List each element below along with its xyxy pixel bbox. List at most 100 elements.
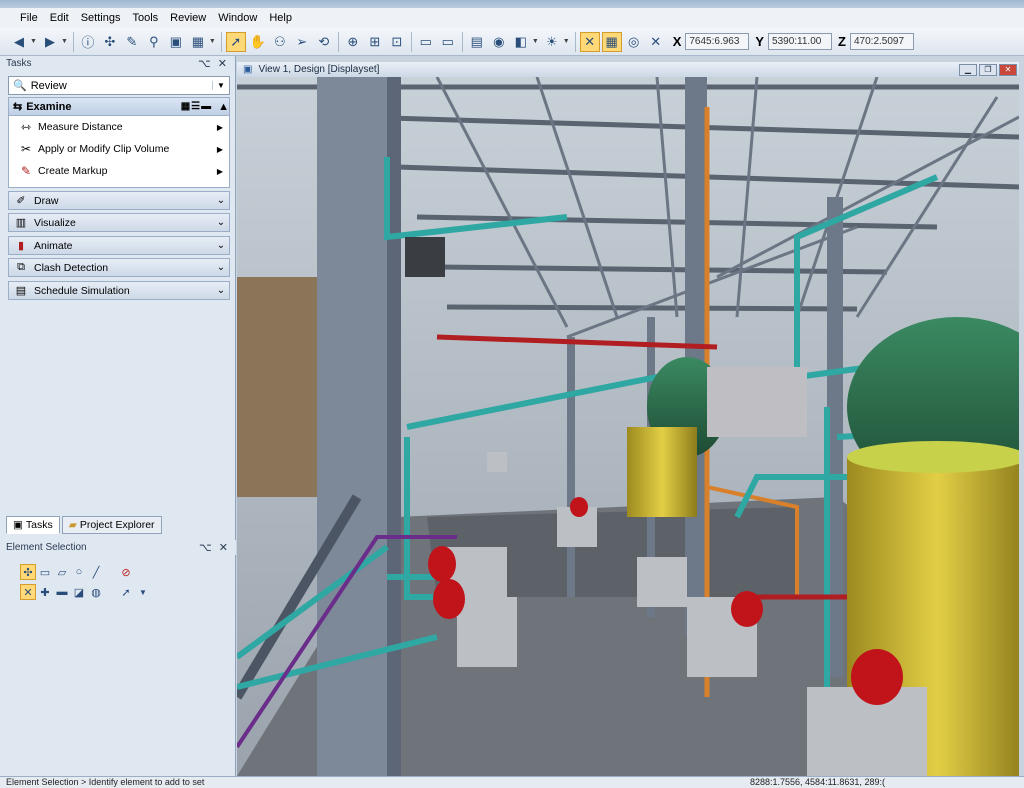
snap-toggle-icon[interactable]: ✕ [579,31,600,52]
tasks-pane-controls[interactable]: ⌥ ✕ [198,57,229,70]
fly-icon[interactable]: ➢ [292,32,312,52]
menu-help[interactable]: Help [263,8,298,28]
toolbar-separator [72,31,74,52]
menu-file[interactable]: File [14,8,44,28]
close-icon[interactable]: ✕ [999,63,1017,76]
rotate-view-icon[interactable]: ⟲ [314,32,334,52]
grid-toggle-icon[interactable]: ▦ [601,31,622,52]
render-sphere-icon[interactable]: ◉ [489,32,509,52]
tab-label: Project Explorer [79,519,155,531]
view-window-titlebar: ▣ View 1, Design [Displayset] ▁ ❐ ✕ [237,62,1019,77]
walk-icon[interactable]: ⚇ [270,32,290,52]
view-previous-icon[interactable]: ▭ [416,32,436,52]
status-prompt: Element Selection > Identify element to … [6,777,205,787]
view-display-dropdown-icon[interactable]: ▼ [532,38,539,45]
chevron-down-icon: ⌄ [216,285,226,296]
group-schedule-simulation[interactable]: ▤ Schedule Simulation ⌄ [8,281,230,300]
element-selection-controls[interactable]: ⌥ ✕ [199,541,230,554]
z-label: Z [838,34,846,49]
mode-new-icon[interactable]: ✕ [20,584,36,600]
draw-icon: ✐ [16,195,26,207]
target-icon[interactable]: ◎ [624,32,644,52]
color-dropdown-icon[interactable]: ▼ [209,38,216,45]
task-label: Create Markup [38,165,108,177]
menu-tools[interactable]: Tools [126,8,164,28]
select-individual-icon[interactable]: ✣ [20,564,36,580]
task-create-markup[interactable]: ✎ Create Markup ▶ [9,160,229,182]
chevron-up-icon[interactable]: ▲ [218,101,229,113]
select-circle-icon[interactable]: ○ [71,564,87,580]
mode-invert-icon[interactable]: ◪ [71,584,87,600]
saved-views-icon[interactable]: ▤ [467,32,487,52]
animate-icon: ▮ [17,240,25,252]
examine-task-list: ⇿ Measure Distance ▶ ✂ Apply or Modify C… [8,116,230,188]
view-display-icon[interactable]: ◧ [511,32,531,52]
group-animate[interactable]: ▮ Animate ⌄ [8,236,230,255]
color-grid-icon[interactable]: ▦ [188,32,208,52]
tab-tasks[interactable]: ▣ Tasks [6,516,60,534]
back-icon[interactable]: ◀ [9,32,29,52]
examine-group-header[interactable]: ⇆ Examine ▦☰▬ ▲ [8,97,230,116]
crosshair-icon[interactable]: ✕ [646,32,666,52]
pointer-icon[interactable]: ➚ [118,584,134,600]
toolbar-separator [220,31,222,52]
pan-hand-icon[interactable]: ✋ [248,32,268,52]
group-draw[interactable]: ✐ Draw ⌄ [8,191,230,210]
mode-subtract-icon[interactable]: ▬ [54,584,70,600]
x-label: X [672,34,682,49]
select-tree-icon[interactable]: ✣ [100,32,120,52]
select-shape-icon[interactable]: ▱ [54,564,70,580]
window-title-strip [0,0,1024,8]
tasks-pane-title: Tasks [6,58,32,69]
task-label: Measure Distance [38,121,123,133]
tab-project-explorer[interactable]: ▰ Project Explorer [61,516,162,534]
task-clip-volume[interactable]: ✂ Apply or Modify Clip Volume ▶ [9,138,229,160]
select-line-icon[interactable]: ╱ [88,564,104,580]
view-mode-icons[interactable]: ▦☰▬ [181,101,212,112]
forward-dropdown-icon[interactable]: ▼ [61,38,68,45]
x-value-field[interactable]: 7645:6.963 [685,33,750,50]
left-panel: Tasks ⌥ ✕ 🔍 Review ▼ ⇆ Examine ▦☰▬ ▲ ⇿ M… [0,56,236,776]
selection-pointer-row: ➚ ▼ [118,584,152,600]
markup-icon[interactable]: ✎ [122,32,142,52]
select-block-icon[interactable]: ▭ [37,564,53,580]
zoom-in-icon[interactable]: ⊕ [343,32,363,52]
visualize-icon: ▥ [15,217,27,229]
menu-edit[interactable]: Edit [44,8,75,28]
task-measure-distance[interactable]: ⇿ Measure Distance ▶ [9,116,229,138]
lighting-dropdown-icon[interactable]: ▼ [563,38,570,45]
view-next-icon[interactable]: ▭ [438,32,458,52]
lighting-sun-icon[interactable]: ☀ [542,32,562,52]
clear-selection-icon[interactable]: ⊘ [118,564,134,580]
info-icon[interactable]: ⓘ [78,32,98,52]
pointer-dropdown-icon[interactable]: ▼ [135,584,151,600]
toolbar-separator [461,31,463,52]
z-value-field[interactable]: 470:2.5097 [849,33,914,50]
forward-icon[interactable]: ▶ [40,32,60,52]
find-icon[interactable]: ⚲ [144,32,164,52]
back-dropdown-icon[interactable]: ▼ [30,38,37,45]
minimize-icon[interactable]: ▁ [959,63,977,76]
tasks-pane-header: Tasks ⌥ ✕ [0,56,235,71]
element-selection-header: Element Selection ⌥ ✕ [0,540,236,555]
fit-view-icon[interactable]: ⊡ [387,32,407,52]
menu-review[interactable]: Review [164,8,212,28]
select-pointer-icon[interactable]: ➚ [225,31,246,52]
chevron-down-icon[interactable]: ▼ [212,81,229,90]
y-value-field[interactable]: 5390:11.00 [768,33,833,50]
zoom-window-icon[interactable]: ⊞ [365,32,385,52]
group-label: Draw [34,194,59,207]
menu-window[interactable]: Window [212,8,263,28]
mode-add-icon[interactable]: ✚ [37,584,53,600]
group-visualize[interactable]: ▥ Visualize ⌄ [8,213,230,232]
view-window-controls: ▁ ❐ ✕ [957,63,1017,76]
group-clash-detection[interactable]: ⧉ Clash Detection ⌄ [8,258,230,277]
element-info-icon[interactable]: ▣ [166,32,186,52]
review-icon: 🔍 [13,80,27,92]
restore-icon[interactable]: ❐ [979,63,997,76]
workflow-combobox[interactable]: 🔍 Review ▼ [8,76,230,95]
3d-viewport[interactable] [237,77,1019,776]
menu-settings[interactable]: Settings [75,8,127,28]
selection-mode-row: ✕ ✚ ▬ ◪ ◍ [20,584,105,600]
mode-all-icon[interactable]: ◍ [88,584,104,600]
